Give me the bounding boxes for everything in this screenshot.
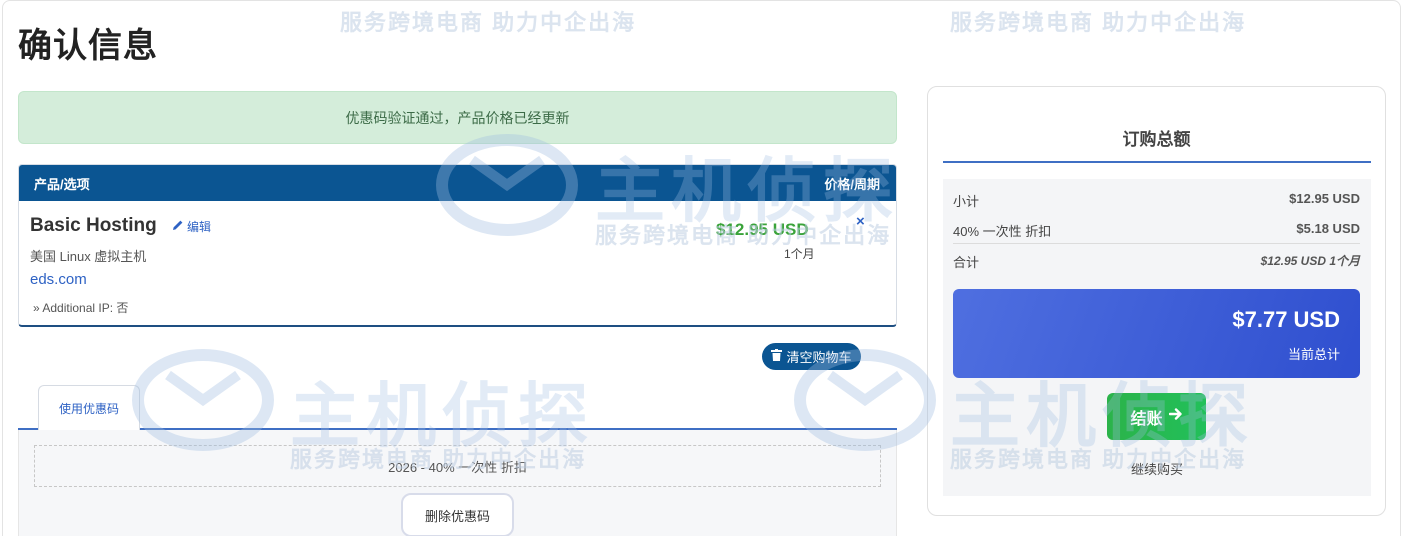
totals-divider: [953, 243, 1360, 244]
discount-row: 40% 一次性 折扣 $5.18 USD: [953, 221, 1360, 240]
tab-use-promo-code[interactable]: 使用优惠码: [38, 385, 140, 430]
remove-item-icon[interactable]: ×: [856, 213, 865, 230]
promo-success-alert: 优惠码验证通过，产品价格已经更新: [18, 91, 897, 144]
product-domain[interactable]: eds.com: [30, 271, 87, 288]
product-price: $12.95 USD: [716, 220, 809, 239]
cart-item-row: Basic Hosting 编辑 美国 Linux 虚拟主机 eds.com »…: [19, 201, 896, 325]
edit-label: 编辑: [187, 220, 212, 234]
cart-table: 产品/选项 价格/周期 Basic Hosting 编辑 美国 Linux 虚拟…: [18, 164, 897, 327]
discount-value: $5.18 USD: [1296, 221, 1360, 236]
total-row: 合计 $12.95 USD 1个月: [953, 252, 1360, 271]
order-summary: 订购总额 小计 $12.95 USD 40% 一次性 折扣 $5.18 USD …: [927, 86, 1386, 516]
grand-total-box: $7.77 USD 当前总计: [953, 289, 1360, 378]
applied-promo-code: 2026 - 40% 一次性 折扣: [34, 445, 881, 487]
summary-body: 小计 $12.95 USD 40% 一次性 折扣 $5.18 USD 合计 $1…: [943, 179, 1371, 496]
product-name: Basic Hosting: [30, 215, 157, 236]
summary-divider: [943, 161, 1371, 163]
empty-cart-button[interactable]: 清空购物车: [762, 343, 861, 370]
total-label: 合计: [953, 255, 980, 270]
price-column-header: 价格/周期: [824, 176, 880, 192]
pencil-icon: [172, 219, 184, 234]
product-billing-cycle: 1个月: [784, 247, 815, 261]
edit-product-link[interactable]: 编辑: [172, 218, 211, 235]
trash-icon: [771, 349, 783, 364]
alert-text: 优惠码验证通过，产品价格已经更新: [345, 109, 570, 126]
empty-cart-label: 清空购物车: [786, 350, 852, 365]
arrow-right-icon: [1168, 407, 1183, 426]
total-value: $12.95 USD 1个月: [1260, 254, 1360, 268]
checkout-button[interactable]: 结账: [1107, 393, 1206, 440]
product-option: » Additional IP: 否: [33, 301, 129, 315]
remove-promo-button[interactable]: 删除优惠码: [401, 493, 514, 536]
subtotal-value: $12.95 USD: [1289, 191, 1360, 206]
continue-shopping-link[interactable]: 继续购买: [943, 459, 1371, 478]
summary-title: 订购总额: [1122, 130, 1191, 149]
subtotal-label: 小计: [953, 194, 980, 209]
grand-total-label: 当前总计: [1287, 347, 1340, 362]
cart-table-header: 产品/选项 价格/周期: [19, 165, 896, 201]
grand-total-amount: $7.77 USD: [1232, 307, 1340, 332]
checkout-label: 结账: [1130, 410, 1163, 428]
product-column-header: 产品/选项: [34, 176, 90, 192]
subtotal-row: 小计 $12.95 USD: [953, 191, 1360, 210]
discount-label: 40% 一次性 折扣: [953, 224, 1052, 239]
tabs-divider: [18, 428, 897, 430]
page-title: 确认信息: [18, 27, 158, 65]
product-group: 美国 Linux 虚拟主机: [30, 249, 147, 264]
